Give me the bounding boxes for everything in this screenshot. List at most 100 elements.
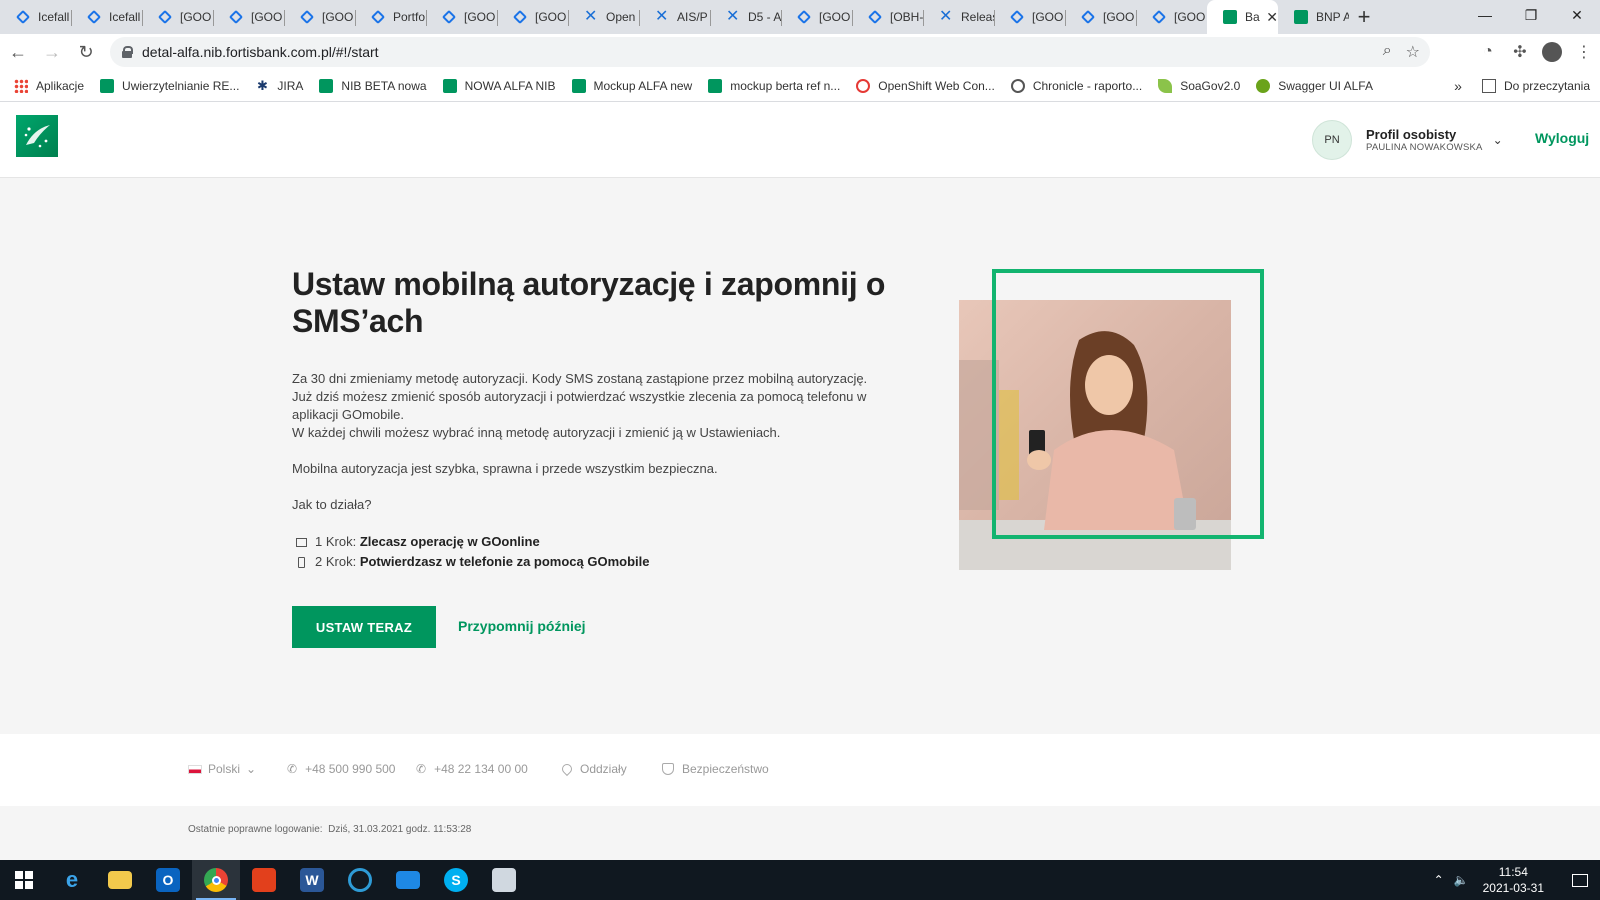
language-select[interactable]: Polski ⌄ xyxy=(188,762,256,776)
internet-explorer-icon: e xyxy=(65,867,79,892)
close-window-icon[interactable]: ✕ xyxy=(1554,0,1600,30)
taskbar-chrome[interactable] xyxy=(192,860,240,900)
bookmark-item[interactable]: NOWA ALFA NIB xyxy=(442,78,556,93)
intro-text: Za 30 dni zmieniamy metodę autoryzacji. … xyxy=(292,371,868,422)
chrome-icon xyxy=(204,868,228,892)
bookmark-item[interactable]: NIB BETA nowa xyxy=(319,78,427,93)
outlook-icon: O xyxy=(156,868,180,892)
browser-tab[interactable]: [GOO xyxy=(284,0,355,34)
address-bar[interactable]: detal-alfa.nib.fortisbank.com.pl/#!/star… xyxy=(110,37,1430,67)
taskbar-outlook[interactable]: O xyxy=(144,860,192,900)
profile-menu[interactable]: PN Profil osobisty PAULINA NOWAKOWSKA ⌄ xyxy=(1312,120,1503,160)
browser-tab[interactable]: ✕ Releas xyxy=(923,0,994,34)
bookmark-item[interactable]: ✱ JIRA xyxy=(255,77,303,93)
bookmark-label: Aplikacje xyxy=(36,78,85,93)
browser-tab[interactable]: [GOO xyxy=(994,0,1065,34)
tab-label: [GOO xyxy=(1174,10,1206,24)
step-2-prefix: 2 Krok: xyxy=(315,554,357,569)
chevron-down-icon: ⌄ xyxy=(1492,133,1503,147)
bookmark-item[interactable]: SoaGov2.0 xyxy=(1158,78,1240,93)
bookmark-item[interactable]: Mockup ALFA new xyxy=(571,78,692,93)
taskbar-ie[interactable]: e xyxy=(48,860,96,900)
green-bookmark-icon xyxy=(319,78,334,93)
tab-label: Ba xyxy=(1245,10,1260,24)
reading-list-button[interactable]: Do przeczytania xyxy=(1504,79,1590,93)
taskbar-word[interactable]: W xyxy=(288,860,336,900)
confluence-icon: ✕ xyxy=(584,8,598,25)
bookmark-item[interactable]: Chronicle - raporto... xyxy=(1010,78,1142,93)
phone-icon xyxy=(298,556,305,568)
jira-bookmark-icon: ✱ xyxy=(256,77,268,93)
tab-label: Portfo xyxy=(393,10,426,24)
bookmark-item[interactable]: mockup berta ref n... xyxy=(708,78,840,93)
notifications-icon[interactable] xyxy=(1560,860,1600,900)
windows-logo-icon xyxy=(15,871,33,889)
steps-list: 1 Krok: Zlecasz operację w GOonline 2 Kr… xyxy=(296,532,649,572)
bookmarks-more-icon[interactable]: » xyxy=(1454,78,1462,94)
minimize-icon[interactable]: — xyxy=(1462,0,1508,30)
extension-icon[interactable]: ◔ xyxy=(1472,36,1504,68)
back-icon[interactable]: ← xyxy=(2,36,34,68)
bookmark-item[interactable]: OpenShift Web Con... xyxy=(856,78,995,93)
bookmark-star-icon[interactable]: ☆ xyxy=(1406,42,1420,62)
confluence-icon: ✕ xyxy=(726,8,740,25)
green-bookmark-icon xyxy=(571,78,586,93)
browser-tab[interactable]: [GOO xyxy=(426,0,497,34)
bookmark-label: OpenShift Web Con... xyxy=(878,78,995,93)
jira-diamond-icon xyxy=(228,9,244,25)
taskbar-paint[interactable] xyxy=(480,860,528,900)
browser-toolbar: ← → ↻ detal-alfa.nib.fortisbank.com.pl/#… xyxy=(0,34,1600,70)
shield-icon xyxy=(662,763,674,775)
logout-link[interactable]: Wyloguj xyxy=(1535,130,1589,146)
taskbar-office[interactable] xyxy=(240,860,288,900)
zoom-icon[interactable]: ⌕ xyxy=(1383,42,1392,62)
phone-link-1[interactable]: ✆ +48 500 990 500 xyxy=(287,762,395,776)
browser-tab[interactable]: Portfo xyxy=(355,0,426,34)
taskbar-app-spiral[interactable] xyxy=(336,860,384,900)
browser-tab[interactable]: ✕ D5 - A xyxy=(710,0,781,34)
bnp-logo[interactable] xyxy=(16,115,58,157)
bookmark-item[interactable]: Aplikacje xyxy=(14,78,85,93)
set-now-button[interactable]: USTAW TERAZ xyxy=(292,606,436,648)
browser-tab[interactable]: [GOO xyxy=(781,0,852,34)
restore-icon[interactable]: ❐ xyxy=(1508,0,1554,30)
branches-link[interactable]: Oddziały xyxy=(559,761,627,777)
taskbar-remote-desktop[interactable] xyxy=(384,860,432,900)
jira-diamond-icon xyxy=(15,9,31,25)
bookmark-item[interactable]: Swagger UI ALFA xyxy=(1256,78,1373,93)
browser-tab[interactable]: Icefall xyxy=(0,0,71,34)
folder-icon xyxy=(108,871,132,889)
reload-icon[interactable]: ↻ xyxy=(70,36,102,68)
profile-icon[interactable] xyxy=(1536,36,1568,68)
browser-tab[interactable]: [GOO xyxy=(142,0,213,34)
phone-link-2[interactable]: ✆ +48 22 134 00 00 xyxy=(416,762,528,776)
browser-tab[interactable]: Ba ✕ xyxy=(1207,0,1278,34)
new-tab-button[interactable]: + xyxy=(1349,0,1379,34)
browser-tab[interactable]: ✕ Open xyxy=(568,0,639,34)
browser-tab[interactable]: [GOO xyxy=(1065,0,1136,34)
step-1-text: Zlecasz operację w GOonline xyxy=(359,534,540,549)
tab-label: [GOO xyxy=(535,10,567,24)
volume-icon[interactable]: 🔈 xyxy=(1454,873,1469,887)
tab-label: [GOO xyxy=(464,10,496,24)
puzzle-icon[interactable]: ✣ xyxy=(1504,36,1536,68)
close-tab-icon[interactable]: ✕ xyxy=(1266,9,1278,26)
security-link[interactable]: Bezpieczeństwo xyxy=(662,762,769,776)
step-2: 2 Krok: Potwierdzasz w telefonie za pomo… xyxy=(296,552,649,572)
bookmark-item[interactable]: Uwierzytelnianie RE... xyxy=(100,78,239,93)
browser-tab[interactable]: [GOO xyxy=(1136,0,1207,34)
browser-tab[interactable]: Icefall xyxy=(71,0,142,34)
browser-tab[interactable]: [OBH- xyxy=(852,0,923,34)
forward-icon[interactable]: → xyxy=(36,36,68,68)
browser-tab[interactable]: [GOO xyxy=(213,0,284,34)
taskbar-explorer[interactable] xyxy=(96,860,144,900)
chevron-up-icon[interactable]: ⌃ xyxy=(1434,873,1444,887)
browser-tab[interactable]: ✕ AIS/P xyxy=(639,0,710,34)
clock[interactable]: 11:54 2021-03-31 xyxy=(1483,864,1544,896)
taskbar-skype[interactable]: S xyxy=(432,860,480,900)
menu-dots-icon[interactable]: ⋮ xyxy=(1568,36,1600,68)
browser-tab[interactable]: [GOO xyxy=(497,0,568,34)
browser-tab[interactable]: BNP A xyxy=(1278,0,1349,34)
start-button[interactable] xyxy=(0,860,48,900)
remind-later-link[interactable]: Przypomnij później xyxy=(458,618,586,634)
